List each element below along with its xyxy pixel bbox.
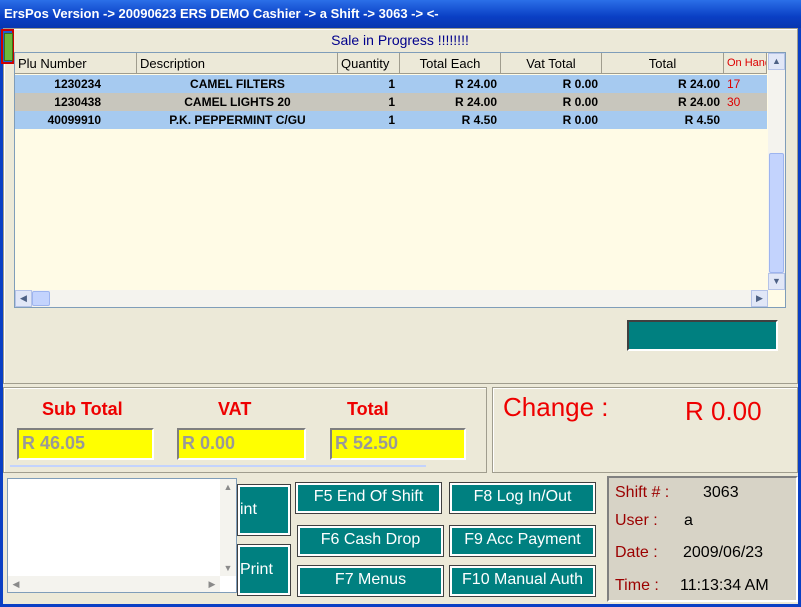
cell-plu: 40099910: [47, 113, 101, 127]
shift-label: Shift # :: [615, 484, 670, 501]
col-header-vat-total[interactable]: Vat Total: [501, 53, 602, 74]
sale-status-text: Sale in Progress !!!!!!!!: [331, 32, 469, 48]
cell-total-each: R 24.00: [454, 77, 497, 91]
sale-items-grid[interactable]: Plu Number Description Quantity Total Ea…: [14, 52, 786, 308]
cell-vat-total: R 0.00: [562, 113, 598, 127]
scan-input-box[interactable]: [627, 320, 778, 351]
change-label: Change :: [503, 392, 609, 422]
col-header-total[interactable]: Total: [602, 53, 724, 74]
vertical-scrollbar[interactable]: ▲ ▼: [768, 53, 785, 290]
cell-total-each: R 24.00: [454, 95, 497, 109]
cell-quantity: 1: [388, 95, 395, 109]
vertical-scroll-thumb[interactable]: [769, 153, 784, 273]
notes-scroll-up[interactable]: ▲: [220, 479, 236, 495]
date-value: 2009/06/23: [683, 544, 764, 561]
time-label: Time :: [615, 577, 659, 594]
cell-total: R 4.50: [684, 113, 720, 127]
cell-on-hand: 17: [727, 77, 741, 91]
user-label: User :: [615, 512, 658, 529]
scroll-right-button[interactable]: ▶: [751, 290, 768, 307]
subtotal-field: R 46.05: [17, 428, 154, 460]
cell-total: R 24.00: [677, 95, 720, 109]
cell-quantity: 1: [388, 77, 395, 91]
cell-description: CAMEL FILTERS: [190, 77, 285, 91]
cell-plu: 1230234: [54, 77, 101, 91]
table-row[interactable]: 40099910 P.K. PEPPERMINT C/GU 1 R 4.50 R…: [15, 111, 767, 129]
notes-scroll-right[interactable]: ▶: [204, 576, 220, 592]
user-value: a: [684, 512, 693, 529]
cell-on-hand: 30: [727, 95, 741, 109]
notes-scroll-down[interactable]: ▼: [220, 560, 236, 576]
col-header-description[interactable]: Description: [137, 53, 338, 74]
cell-plu: 1230438: [54, 95, 101, 109]
status-indicator[interactable]: [1, 29, 14, 64]
col-header-quantity[interactable]: Quantity: [338, 53, 400, 74]
time-value: 11:13:34 AM: [680, 577, 769, 594]
window-title-bar: ErsPos Version -> 20090623 ERS DEMO Cash…: [0, 0, 801, 28]
end-of-shift-button[interactable]: F5 End Of Shift: [295, 482, 442, 514]
vat-label: VAT: [218, 399, 252, 419]
manual-auth-button[interactable]: F10 Manual Auth: [449, 565, 596, 597]
menus-button[interactable]: F7 Menus: [297, 565, 444, 597]
acc-payment-button[interactable]: F9 Acc Payment: [449, 525, 596, 557]
date-label: Date :: [615, 544, 658, 561]
col-header-plu[interactable]: Plu Number: [15, 53, 137, 74]
totals-divider: [10, 465, 426, 467]
table-row[interactable]: 1230438 CAMEL LIGHTS 20 1 R 24.00 R 0.00…: [15, 93, 767, 111]
col-header-on-hand[interactable]: On Hand: [724, 53, 767, 74]
vat-field: R 0.00: [177, 428, 306, 460]
cell-description: P.K. PEPPERMINT C/GU: [169, 113, 306, 127]
print-cut-button[interactable]: int: [237, 484, 291, 536]
horizontal-scroll-thumb[interactable]: [32, 291, 50, 306]
cell-total-each: R 4.50: [461, 113, 497, 127]
cash-drop-button[interactable]: F6 Cash Drop: [297, 525, 444, 557]
log-in-out-button[interactable]: F8 Log In/Out: [449, 482, 596, 514]
col-header-total-each[interactable]: Total Each: [400, 53, 501, 74]
scroll-left-button[interactable]: ◀: [15, 290, 32, 307]
cell-total: R 24.00: [677, 77, 720, 91]
cell-on-hand: [727, 111, 767, 129]
scroll-down-button[interactable]: ▼: [768, 273, 785, 290]
notes-horizontal-scrollbar[interactable]: ◀ ▶: [8, 576, 220, 592]
notes-list[interactable]: ▲ ▼ ◀ ▶: [7, 478, 237, 593]
horizontal-scrollbar[interactable]: ◀ ▶: [15, 290, 768, 307]
shift-value: 3063: [703, 484, 739, 501]
table-row[interactable]: 1230234 CAMEL FILTERS 1 R 24.00 R 0.00 R…: [15, 75, 767, 93]
cell-quantity: 1: [388, 113, 395, 127]
total-field: R 52.50: [330, 428, 466, 460]
subtotal-label: Sub Total: [42, 399, 123, 419]
print-button[interactable]: Print: [237, 544, 291, 596]
window-title: ErsPos Version -> 20090623 ERS DEMO Cash…: [4, 6, 439, 21]
total-label: Total: [347, 399, 389, 419]
cell-vat-total: R 0.00: [562, 77, 598, 91]
change-value: R 0.00: [685, 396, 762, 426]
notes-vertical-scrollbar[interactable]: ▲ ▼: [220, 479, 236, 576]
cell-description: CAMEL LIGHTS 20: [184, 95, 291, 109]
scroll-up-button[interactable]: ▲: [768, 53, 785, 70]
cell-vat-total: R 0.00: [562, 95, 598, 109]
notes-scroll-left[interactable]: ◀: [8, 576, 24, 592]
